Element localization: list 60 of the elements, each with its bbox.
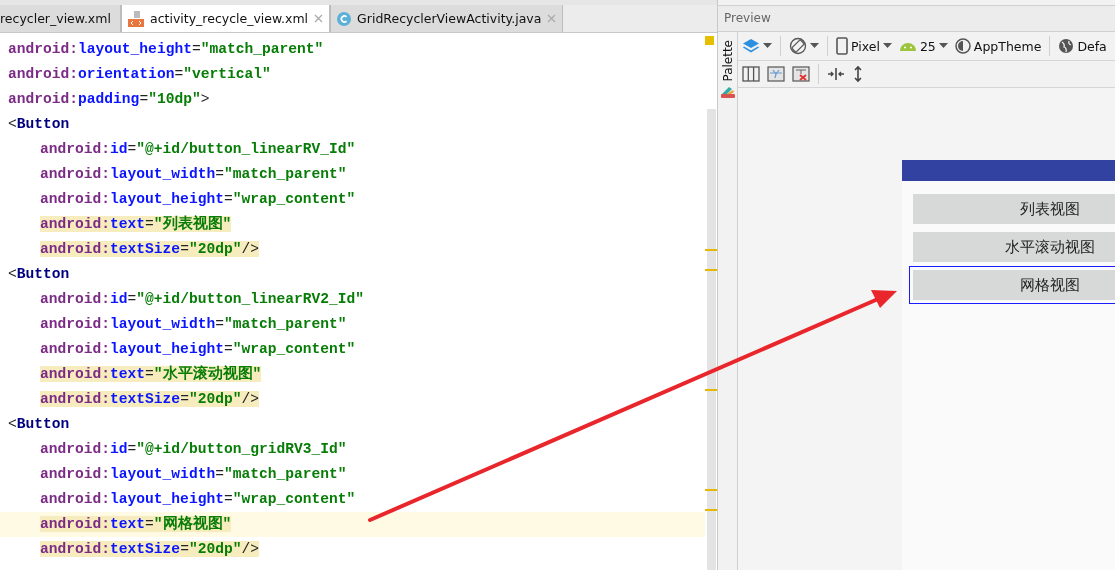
tab-label[interactable]: activity_recycle_view.xml <box>150 11 309 26</box>
code-line: android:layout_height="wrap_content" <box>40 341 356 357</box>
vertical-arrows-icon <box>852 65 864 83</box>
preview-button[interactable]: 网格视图 <box>909 266 1115 304</box>
toolbar-button[interactable]: 25 <box>896 38 950 54</box>
tab-label[interactable]: GridRecyclerViewActivity.java <box>357 11 542 26</box>
theme-icon <box>954 38 971 54</box>
code-line: android:id="@+id/button_gridRV3_Id" <box>40 441 347 457</box>
gutter-mark <box>705 269 717 271</box>
gutter-mark <box>705 489 717 491</box>
caret-icon <box>810 43 819 49</box>
code-line: android:id="@+id/button_linearRV_Id" <box>40 141 356 157</box>
android-icon <box>898 40 917 52</box>
file-tab[interactable]: activity_recycle_view.xml <box>121 5 331 32</box>
gutter-mark <box>705 509 717 511</box>
code-line: android:layout_height="wrap_content" <box>40 191 356 207</box>
toolbar-button[interactable]: Defa <box>1056 38 1109 54</box>
code-line: <Button <box>8 416 70 432</box>
code-line: android:layout_width="match_parent" <box>40 316 347 332</box>
caret-icon <box>763 43 772 49</box>
gutter-mark <box>705 389 717 391</box>
y-constraint-icon <box>767 65 785 83</box>
xml-file-icon <box>128 10 144 27</box>
toolbar-button[interactable] <box>787 37 821 55</box>
rotate-device-icon <box>789 37 807 55</box>
clear-constraints-icon <box>792 65 810 83</box>
code-line: <Button <box>8 116 70 132</box>
code-line: android:layout_height="wrap_content" <box>40 491 356 507</box>
file-tab[interactable]: recycler_view.xml <box>0 5 121 32</box>
horizontal-arrows-icon <box>827 67 845 81</box>
toolbar-button[interactable]: Pixel <box>834 37 894 55</box>
toolbar-button[interactable] <box>740 38 774 54</box>
gutter-mark <box>705 249 717 251</box>
layers-icon <box>742 38 760 54</box>
code-line: android:layout_width="match_parent" <box>40 466 347 482</box>
status-marker <box>705 36 714 45</box>
code-line: <Button <box>8 266 70 282</box>
caret-icon <box>938 43 948 49</box>
toolbar-button[interactable] <box>740 65 762 83</box>
scrollbar[interactable] <box>707 109 716 570</box>
palette-icon <box>720 85 735 98</box>
globe-icon <box>1058 38 1075 54</box>
code-line: android:layout_width="match_parent" <box>40 166 347 182</box>
phone-icon <box>836 37 848 55</box>
palette-tab[interactable]: Palette <box>720 40 735 82</box>
code-line: android:orientation="vertical" <box>8 66 271 82</box>
toolbar-button[interactable]: AppTheme <box>952 38 1044 54</box>
toolbar-button[interactable] <box>825 67 847 81</box>
file-tab[interactable]: GridRecyclerViewActivity.java <box>330 5 564 32</box>
caret-icon <box>882 43 892 49</box>
class-file-icon <box>337 11 352 26</box>
panel-title: Preview <box>718 5 1115 32</box>
columns-icon <box>742 65 760 83</box>
code-line: android:id="@+id/button_linearRV2_Id" <box>40 291 365 307</box>
code-line: android:layout_height="match_parent" <box>8 41 324 57</box>
toolbar-button[interactable] <box>790 65 812 83</box>
close-icon <box>547 14 557 23</box>
tab-label[interactable]: recycler_view.xml <box>0 11 111 26</box>
code-line: android:padding="10dp"> <box>8 91 210 107</box>
close-icon <box>314 14 324 23</box>
